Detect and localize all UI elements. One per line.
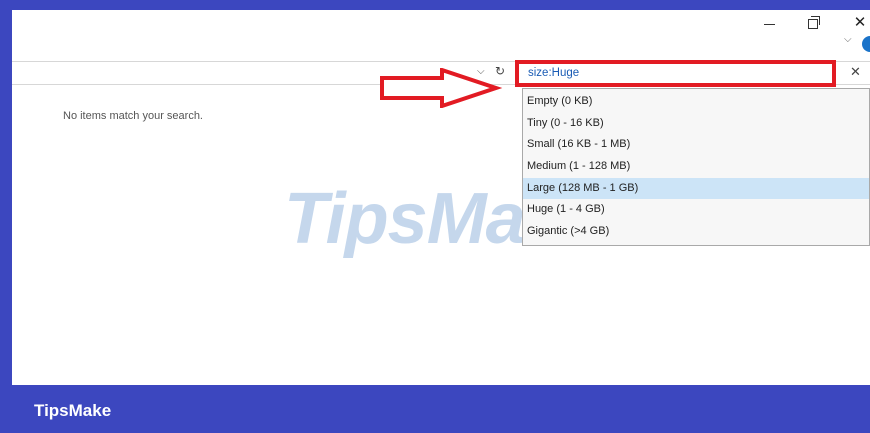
brand-footer-label: TipsMake	[34, 401, 112, 420]
suggestion-small[interactable]: Small (16 KB - 1 MB)	[523, 134, 869, 156]
red-arrow-annotation-icon	[380, 68, 503, 108]
expand-ribbon-chevron-icon[interactable]: ⌵	[844, 34, 852, 45]
suggestion-empty[interactable]: Empty (0 KB)	[523, 91, 869, 113]
search-clear-icon[interactable]: ✕	[850, 65, 861, 80]
restore-icon	[808, 16, 820, 29]
minimize-icon	[763, 23, 775, 25]
search-highlight-annotation	[515, 60, 836, 87]
suggestion-large[interactable]: Large (128 MB - 1 GB)	[523, 177, 869, 200]
close-button[interactable]: ✕	[848, 12, 870, 32]
suggestion-tiny[interactable]: Tiny (0 - 16 KB)	[523, 113, 869, 135]
size-filter-suggestions: Empty (0 KB) Tiny (0 - 16 KB) Small (16 …	[522, 88, 870, 246]
empty-results-message: No items match your search.	[63, 110, 203, 122]
minimize-button[interactable]	[757, 12, 781, 32]
restore-button[interactable]	[802, 12, 826, 32]
help-icon[interactable]	[862, 36, 870, 52]
suggestion-huge[interactable]: Huge (1 - 4 GB)	[523, 199, 869, 221]
suggestion-gigantic[interactable]: Gigantic (>4 GB)	[523, 221, 869, 243]
explorer-window: ✕ ⌵ ⌵ ↻ ✕ No items match your search. Ti…	[12, 10, 870, 385]
close-icon: ✕	[853, 13, 867, 31]
suggestion-medium[interactable]: Medium (1 - 128 MB)	[523, 156, 869, 178]
